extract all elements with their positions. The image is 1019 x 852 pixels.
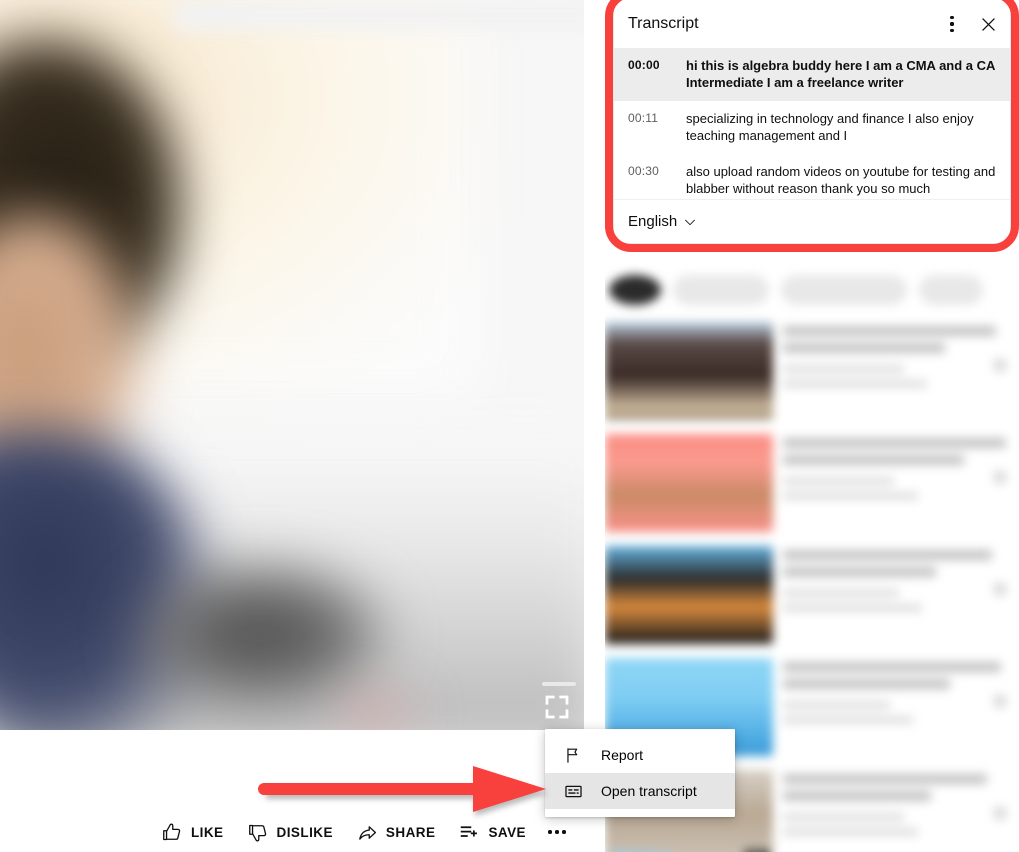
video-thumbnail — [605, 546, 773, 644]
youtube-watch-page: LIKE DISLIKE SHARE SAVE Report Open tran… — [0, 0, 1019, 852]
transcript-segment[interactable]: 00:30 also upload random videos on youtu… — [614, 154, 1010, 199]
video-kebab-icon[interactable] — [993, 470, 1007, 484]
list-item[interactable] — [605, 542, 1019, 654]
video-thumbnail — [605, 322, 773, 420]
fullscreen-icon[interactable] — [542, 692, 572, 722]
transcript-title: Transcript — [628, 15, 699, 32]
more-horizontal-icon — [548, 830, 566, 834]
transcript-segment[interactable]: 00:11 specializing in technology and fin… — [614, 101, 1010, 154]
transcript-close-button[interactable] — [970, 6, 1006, 42]
video-surface[interactable] — [0, 0, 584, 730]
video-thumbnail — [605, 434, 773, 532]
segment-text: specializing in technology and finance I… — [686, 111, 974, 143]
chevron-down-icon — [685, 219, 696, 225]
transcript-language-label: English — [628, 213, 678, 230]
filter-chips-row[interactable] — [605, 262, 1019, 318]
more-vertical-icon — [950, 16, 954, 32]
segment-timestamp: 00:00 — [628, 58, 660, 72]
segment-text: hi this is algebra buddy here I am a CMA… — [686, 58, 995, 90]
list-item[interactable] — [605, 318, 1019, 430]
close-icon — [981, 17, 995, 31]
transcript-language-selector[interactable]: English — [628, 213, 697, 230]
share-label: SHARE — [385, 824, 436, 840]
share-arrow-icon — [357, 822, 378, 843]
filter-chip-4[interactable] — [919, 275, 983, 305]
list-item[interactable] — [605, 430, 1019, 542]
video-player[interactable] — [0, 0, 584, 730]
more-actions-menu: Report Open transcript — [545, 729, 735, 817]
filter-chip-3[interactable] — [781, 275, 907, 305]
like-button[interactable]: LIKE — [150, 815, 236, 849]
video-meta — [783, 770, 1015, 852]
flag-icon — [561, 743, 585, 767]
menu-item-open-transcript-label: Open transcript — [601, 783, 697, 799]
thumb-up-icon — [162, 822, 183, 843]
video-kebab-icon[interactable] — [993, 358, 1007, 372]
segment-timestamp: 00:11 — [628, 111, 659, 125]
player-progress-bar[interactable] — [542, 682, 576, 686]
video-meta — [783, 322, 1015, 420]
menu-item-report[interactable]: Report — [545, 737, 735, 773]
transcript-header: Transcript — [614, 0, 1010, 48]
video-kebab-icon[interactable] — [993, 582, 1007, 596]
video-kebab-icon[interactable] — [993, 694, 1007, 708]
video-meta — [783, 434, 1015, 532]
filter-chip-all[interactable] — [609, 275, 661, 305]
video-meta — [783, 546, 1015, 644]
like-label: LIKE — [190, 824, 224, 840]
transcript-footer: English — [614, 199, 1010, 243]
save-playlist-icon — [459, 822, 480, 843]
video-foreground-accent-blur — [330, 690, 420, 730]
transcript-segment-list[interactable]: 00:00 hi this is algebra buddy here I am… — [614, 48, 1010, 199]
video-meta — [783, 658, 1015, 756]
filter-chip-2[interactable] — [673, 275, 769, 305]
captions-icon — [561, 779, 585, 803]
transcript-panel: Transcript 00:00 hi this is algebra budd… — [605, 0, 1019, 256]
video-kebab-icon[interactable] — [993, 806, 1007, 820]
video-foreground-object-blur — [130, 560, 390, 710]
segment-text: also upload random videos on youtube for… — [686, 164, 996, 196]
thumbnail-overlay-text: 15 Hours — [611, 848, 671, 852]
menu-item-open-transcript[interactable]: Open transcript — [545, 773, 735, 809]
right-arrow-icon — [258, 760, 558, 822]
transcript-kebab-button[interactable] — [934, 6, 970, 42]
segment-timestamp: 00:30 — [628, 164, 660, 178]
dislike-label: DISLIKE — [276, 824, 333, 840]
menu-item-report-label: Report — [601, 747, 644, 763]
thumb-down-icon — [248, 822, 269, 843]
transcript-segment[interactable]: 00:00 hi this is algebra buddy here I am… — [614, 48, 1010, 101]
video-top-band-blur — [175, 0, 584, 30]
transcript-panel-body: Transcript 00:00 hi this is algebra budd… — [613, 0, 1011, 244]
save-label: SAVE — [488, 824, 526, 840]
